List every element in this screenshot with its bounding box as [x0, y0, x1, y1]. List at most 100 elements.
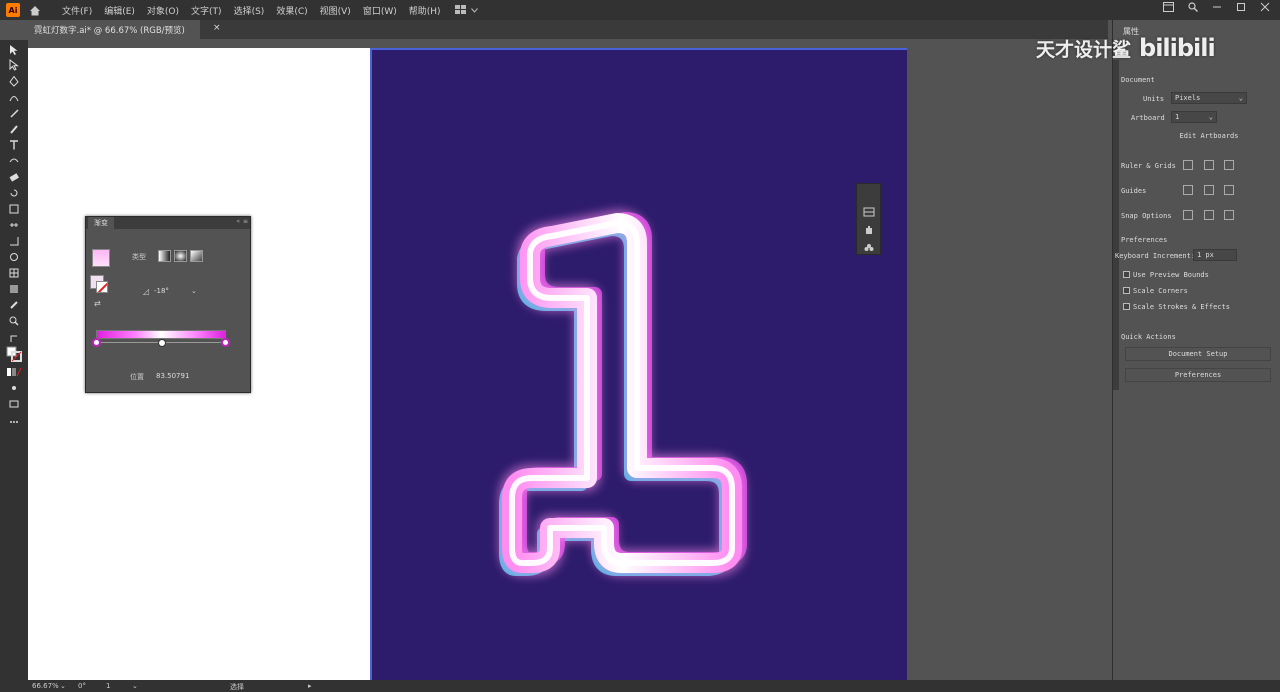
workspace-grid-icon — [454, 5, 466, 14]
selection-tool-icon[interactable] — [5, 44, 23, 56]
zoom-dropdown-icon[interactable]: ⌄ — [60, 682, 66, 690]
align-icon[interactable] — [863, 202, 875, 217]
gradient-preview-swatch[interactable] — [92, 249, 110, 267]
brush-tool-icon[interactable] — [5, 107, 23, 119]
eyedropper-tool-icon[interactable] — [5, 299, 23, 311]
ruler-icon[interactable] — [1183, 160, 1193, 170]
radial-gradient-button[interactable] — [174, 250, 187, 262]
tab-close-icon[interactable]: × — [213, 23, 221, 33]
artboard-dropdown[interactable]: 1 ⌄ — [1171, 111, 1217, 123]
more-tools-icon[interactable] — [5, 416, 23, 428]
width-tool-icon[interactable] — [5, 219, 23, 231]
gradient-panel-titlebar[interactable]: 渐变 « ≡ — [86, 217, 250, 229]
menu-window[interactable]: 窗口(W) — [357, 4, 403, 17]
video-watermark: 天才设计鲨 bilibili — [1036, 34, 1216, 62]
workspace-switcher[interactable] — [454, 5, 478, 15]
status-bar: 66.67% ⌄ 0° 1 ⌄ 选择 ▸ — [0, 680, 1280, 692]
gradient-panel-tab[interactable]: 渐变 — [88, 217, 114, 229]
snap-to-pixel-icon[interactable] — [1204, 210, 1214, 220]
artboard-dropdown-icon[interactable]: ⌄ — [132, 682, 138, 690]
club-icon[interactable] — [863, 238, 875, 251]
arrange-documents-icon[interactable] — [1163, 2, 1174, 12]
color-stop-left[interactable] — [92, 338, 101, 347]
zoom-tool-icon[interactable] — [5, 315, 23, 327]
pen-tool-icon[interactable] — [5, 75, 23, 87]
floating-toolbar — [856, 183, 881, 255]
show-guides-icon[interactable] — [1183, 185, 1193, 195]
menu-object[interactable]: 对象(O) — [141, 4, 185, 17]
scale-corners-checkbox[interactable] — [1123, 287, 1130, 294]
drawing-mode-icon[interactable] — [5, 382, 23, 394]
snap-to-glyph-icon[interactable] — [1224, 210, 1234, 220]
mesh-tool-icon[interactable] — [5, 267, 23, 279]
fill-stroke-icon[interactable] — [5, 346, 23, 362]
gradient-midpoint[interactable] — [158, 339, 166, 347]
rotate-tool-icon[interactable] — [5, 187, 23, 199]
swap-colors-icon[interactable] — [5, 333, 23, 345]
minimize-icon[interactable] — [1212, 2, 1222, 12]
keyboard-increment-field[interactable]: 1 px — [1193, 249, 1237, 261]
scale-strokes-checkbox[interactable] — [1123, 303, 1130, 310]
search-icon[interactable] — [1188, 2, 1198, 12]
menu-view[interactable]: 视图(V) — [314, 4, 357, 17]
location-value[interactable]: 83.50791 — [156, 372, 189, 380]
curvature-tool-icon[interactable] — [5, 91, 23, 103]
menu-type[interactable]: 文字(T) — [185, 4, 228, 17]
eraser-tool-icon[interactable] — [5, 171, 23, 183]
direct-selection-tool-icon[interactable] — [5, 59, 23, 71]
shape-builder-tool-icon[interactable] — [5, 251, 23, 263]
maximize-icon[interactable] — [1236, 2, 1246, 12]
status-play-icon[interactable]: ▸ — [308, 682, 312, 690]
linear-gradient-button[interactable] — [158, 250, 171, 262]
artboard-number[interactable]: 1 — [106, 682, 110, 690]
panel-scrollbar[interactable] — [1113, 60, 1119, 390]
menu-select[interactable]: 选择(S) — [228, 4, 271, 17]
type-tool-icon[interactable] — [5, 139, 23, 151]
current-tool-name: 选择 — [230, 683, 244, 691]
line-tool-icon[interactable] — [5, 154, 23, 166]
freeform-gradient-button[interactable] — [190, 250, 203, 262]
document-setup-button[interactable]: Document Setup — [1125, 347, 1271, 361]
properties-panel: 属性 Document Units Pixels ⌄ Artboard 1 ⌄ … — [1112, 20, 1280, 680]
neon-number-artwork[interactable] — [372, 48, 907, 680]
edit-artboards-button[interactable]: Edit Artboards — [1169, 130, 1249, 144]
stroke-swatch[interactable] — [96, 281, 108, 293]
rotation-value[interactable]: 0° — [78, 682, 86, 690]
menu-file[interactable]: 文件(F) — [56, 4, 98, 17]
preferences-button[interactable]: Preferences — [1125, 368, 1271, 382]
angle-dropdown-icon[interactable]: ⌄ — [191, 287, 197, 295]
home-icon[interactable] — [26, 2, 44, 18]
gradient-tool-icon[interactable] — [5, 283, 23, 295]
free-transform-tool-icon[interactable] — [5, 235, 23, 247]
angle-value[interactable]: -18° — [154, 287, 169, 295]
snap-to-point-icon[interactable] — [1183, 210, 1193, 220]
menu-effect[interactable]: 效果(C) — [270, 4, 313, 17]
keyboard-increment-label: Keyboard Increment: — [1115, 252, 1196, 260]
pixel-grid-icon[interactable] — [1224, 160, 1234, 170]
panel-menu-icon[interactable]: ≡ — [243, 218, 248, 225]
document-tab-bar: 霓虹灯数字.ai* @ 66.67% (RGB/预览) × — [28, 20, 1108, 39]
smart-guides-icon[interactable] — [1224, 185, 1234, 195]
chevron-down-icon: ⌄ — [1238, 94, 1243, 102]
scale-tool-icon[interactable] — [5, 203, 23, 215]
hand-icon[interactable] — [863, 220, 875, 234]
use-preview-bounds-checkbox[interactable] — [1123, 271, 1130, 278]
scale-corners-label: Scale Corners — [1133, 287, 1188, 295]
grid-icon[interactable] — [1204, 160, 1214, 170]
color-stop-right[interactable] — [221, 338, 230, 347]
menu-help[interactable]: 帮助(H) — [403, 4, 447, 17]
color-mode-icon[interactable] — [5, 366, 23, 378]
screen-mode-icon[interactable] — [5, 398, 23, 410]
units-dropdown[interactable]: Pixels ⌄ — [1171, 92, 1247, 104]
menu-edit[interactable]: 编辑(E) — [98, 4, 141, 17]
pencil-tool-icon[interactable] — [5, 123, 23, 135]
document-tab[interactable]: 霓虹灯数字.ai* @ 66.67% (RGB/预览) — [28, 20, 200, 39]
collapse-icon[interactable]: « — [236, 218, 240, 225]
ruler-grids-label: Ruler & Grids — [1121, 162, 1176, 170]
close-icon[interactable] — [1260, 2, 1270, 12]
reverse-gradient-icon[interactable]: ⇄ — [94, 299, 101, 308]
lock-guides-icon[interactable] — [1204, 185, 1214, 195]
artboard-main[interactable] — [370, 48, 907, 680]
zoom-level[interactable]: 66.67% — [32, 682, 59, 690]
gradient-slider[interactable] — [96, 330, 226, 339]
